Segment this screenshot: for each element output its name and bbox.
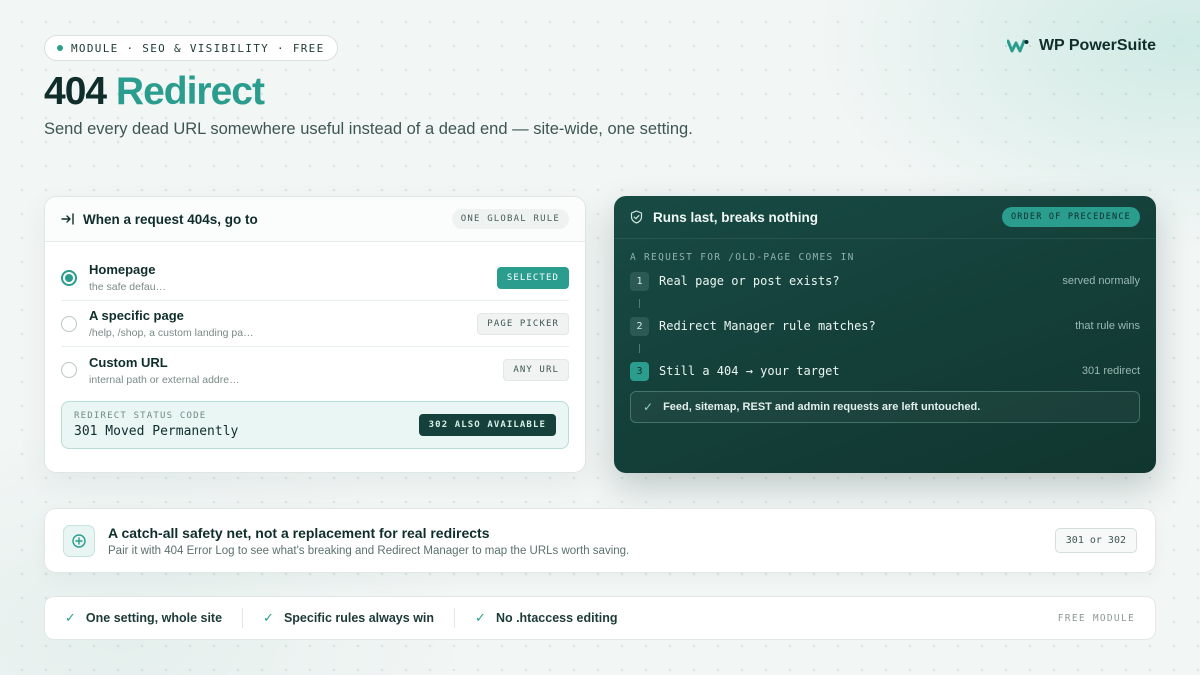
step-connector xyxy=(630,292,649,315)
free-module-label: FREE MODULE xyxy=(1057,612,1135,624)
also-available-badge: 302 ALSO AVAILABLE xyxy=(418,414,556,436)
powersuite-logo-icon xyxy=(1006,39,1029,53)
page-title: 404 Redirect xyxy=(44,70,265,114)
option-custom-url[interactable]: Custom URL internal path or external add… xyxy=(61,347,569,393)
title-accent: Redirect xyxy=(115,70,265,113)
precedence-card: Runs last, breaks nothing ORDER OF PRECE… xyxy=(614,196,1156,473)
step-row: 1 Real page or post exists? served norma… xyxy=(630,270,1140,292)
request-caption: A REQUEST FOR /OLD-PAGE COMES IN xyxy=(630,252,855,263)
any-url-tag: ANY URL xyxy=(503,359,569,381)
target-options: Homepage the safe defau… SELECTED A spec… xyxy=(45,255,585,393)
option-description: /help, /shop, a custom landing pa… xyxy=(89,327,254,339)
title-main: 404 xyxy=(44,70,107,113)
feature-item: ✓ One setting, whole site xyxy=(65,610,222,626)
global-rule-pill: ONE GLOBAL RULE xyxy=(451,209,569,229)
check-icon: ✓ xyxy=(263,610,274,625)
card-header: When a request 404s, go to ONE GLOBAL RU… xyxy=(45,197,585,242)
card-header: Runs last, breaks nothing ORDER OF PRECE… xyxy=(614,196,1156,239)
status-code-value: 301 Moved Permanently xyxy=(74,424,239,439)
option-label: A specific page xyxy=(89,308,184,323)
feature-label: No .htaccess editing xyxy=(495,611,618,625)
option-specific-page[interactable]: A specific page /help, /shop, a custom l… xyxy=(61,301,569,347)
radio-custom-url[interactable] xyxy=(61,362,77,378)
brand-logo: WP PowerSuite xyxy=(1006,37,1156,55)
page-subtitle: Send every dead URL somewhere useful ins… xyxy=(44,120,693,138)
radio-homepage[interactable] xyxy=(61,269,77,286)
radio-specific-page[interactable] xyxy=(61,315,77,332)
feature-item: ✓ No .htaccess editing xyxy=(475,610,617,626)
selected-tag: SELECTED xyxy=(496,266,569,289)
plus-circle-icon xyxy=(63,524,95,557)
step-text: Real page or post exists? xyxy=(659,274,840,288)
step-connector xyxy=(630,337,649,360)
step-number: 2 xyxy=(630,316,649,336)
step-result: served normally xyxy=(1062,275,1140,287)
card-title: When a request 404s, go to xyxy=(83,211,258,227)
check-icon: ✓ xyxy=(65,610,76,625)
option-label: Homepage xyxy=(89,262,156,277)
untouched-note: ✓ Feed, sitemap, REST and admin requests… xyxy=(630,391,1140,423)
step-row: 3 Still a 404 → your target 301 redirect xyxy=(630,360,1140,382)
callout-text: Pair it with 404 Error Log to see what's… xyxy=(108,544,630,557)
redirect-target-card: When a request 404s, go to ONE GLOBAL RU… xyxy=(44,196,586,473)
feature-label: One setting, whole site xyxy=(85,611,223,625)
status-code-label: REDIRECT STATUS CODE xyxy=(74,411,207,421)
divider xyxy=(454,608,456,628)
note-text: Feed, sitemap, REST and admin requests a… xyxy=(663,401,981,413)
step-text: Redirect Manager rule matches? xyxy=(659,319,876,333)
check-icon: ✓ xyxy=(475,610,486,625)
option-homepage[interactable]: Homepage the safe defau… SELECTED xyxy=(61,255,569,301)
safety-net-callout: A catch-all safety net, not a replacemen… xyxy=(44,508,1156,573)
step-number: 3 xyxy=(630,361,649,381)
step-result: 301 redirect xyxy=(1081,365,1140,377)
option-description: internal path or external addre… xyxy=(89,373,240,386)
page-picker-tag: PAGE PICKER xyxy=(477,312,569,335)
module-eyebrow: MODULE · SEO & VISIBILITY · FREE xyxy=(44,35,338,61)
status-code-select[interactable]: REDIRECT STATUS CODE 301 Moved Permanent… xyxy=(61,401,569,449)
callout-title: A catch-all safety net, not a replacemen… xyxy=(108,524,490,541)
eyebrow-text: MODULE · SEO & VISIBILITY · FREE xyxy=(71,41,325,55)
step-number: 1 xyxy=(630,271,649,291)
step-row: 2 Redirect Manager rule matches? that ru… xyxy=(630,315,1140,337)
shield-check-icon xyxy=(630,210,643,224)
eyebrow-dot-icon xyxy=(57,45,63,51)
divider xyxy=(242,608,244,628)
step-text: Still a 404 → your target xyxy=(659,364,840,378)
step-result: that rule wins xyxy=(1075,320,1140,332)
precedence-pill: ORDER OF PRECEDENCE xyxy=(1001,207,1140,227)
feature-bar: ✓ One setting, whole site ✓ Specific rul… xyxy=(44,596,1156,640)
option-description: the safe defau… xyxy=(89,281,167,293)
brand-name: WP PowerSuite xyxy=(1038,37,1156,54)
card-title: Runs last, breaks nothing xyxy=(653,209,819,225)
option-label: Custom URL xyxy=(89,354,168,370)
check-icon: ✓ xyxy=(643,400,654,414)
feature-label: Specific rules always win xyxy=(283,611,435,625)
arrow-to-bar-icon xyxy=(61,213,74,225)
precedence-steps: 1 Real page or post exists? served norma… xyxy=(614,270,1156,382)
feature-item: ✓ Specific rules always win xyxy=(263,610,434,626)
status-codes-badge: 301 or 302 xyxy=(1054,528,1137,553)
